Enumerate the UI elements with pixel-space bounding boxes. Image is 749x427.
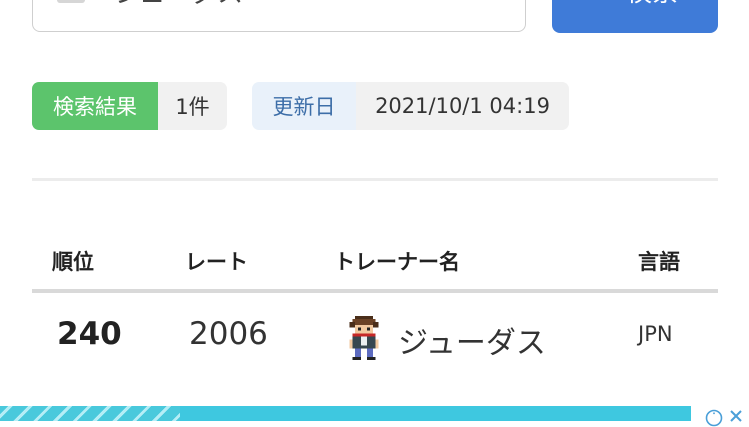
user-icon xyxy=(57,0,85,3)
results-label: 検索結果 xyxy=(32,82,158,130)
results-badge: 検索結果 1件 xyxy=(32,82,227,130)
row-language: JPN xyxy=(638,322,673,346)
row-rate: 2006 xyxy=(189,316,268,352)
row-trainer-name[interactable]: ジューダス xyxy=(398,318,546,362)
row-rank: 240 xyxy=(57,316,122,352)
header-language: 言語 xyxy=(638,250,680,274)
updated-badge: 更新日 2021/10/1 04:19 xyxy=(252,82,569,130)
updated-label: 更新日 xyxy=(252,82,356,130)
header-divider xyxy=(32,289,718,293)
section-divider xyxy=(32,178,718,181)
search-button-label: 検索 xyxy=(626,0,678,9)
trainer-sprite-icon xyxy=(349,316,379,360)
header-rate: レート xyxy=(185,250,248,274)
ad-banner[interactable] xyxy=(0,406,749,427)
search-input-value: ジューダス xyxy=(115,0,243,10)
ad-controls xyxy=(691,406,749,427)
updated-value: 2021/10/1 04:19 xyxy=(356,82,569,130)
header-rank: 順位 xyxy=(52,250,94,274)
results-count: 1件 xyxy=(158,82,227,130)
search-input[interactable]: ジューダス xyxy=(32,0,526,32)
header-trainer: トレーナー名 xyxy=(334,250,460,274)
ad-banner-fill xyxy=(180,406,691,421)
search-button[interactable]: 検索 xyxy=(552,0,718,33)
info-icon[interactable] xyxy=(705,409,723,427)
